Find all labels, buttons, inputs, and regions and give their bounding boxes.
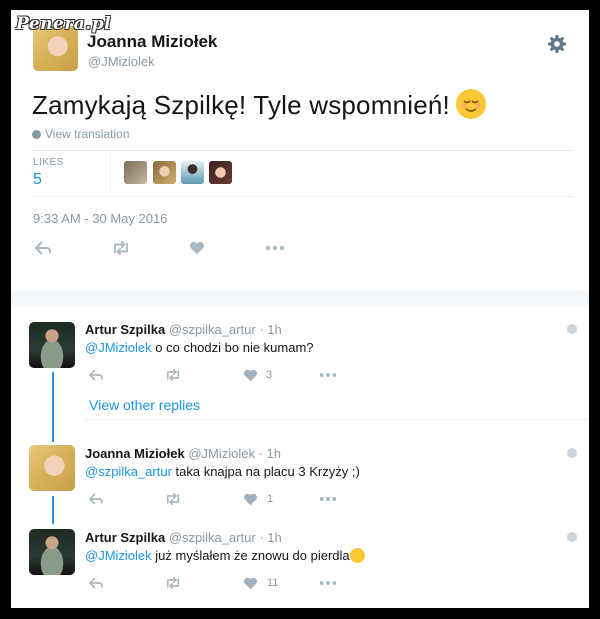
more-icon[interactable] <box>319 580 337 586</box>
reply-author-name[interactable]: Artur Szpilka @szpilka_artur · 1h <box>85 530 282 545</box>
reply-text: @szpilka_artur taka knajpa na placu 3 Kr… <box>85 464 360 479</box>
relieved-face-icon <box>455 89 486 119</box>
view-translation-label: View translation <box>45 127 130 141</box>
like-count: 1 <box>267 493 274 505</box>
retweet-icon[interactable] <box>164 493 182 505</box>
reply-text-content: już myślałem że znowu do pierdla <box>151 548 350 563</box>
reply-author-name[interactable]: Joanna Miziołek @JMiziolek · 1h <box>85 446 281 461</box>
reply-icon[interactable] <box>88 577 104 589</box>
reply-author-avatar[interactable] <box>29 445 75 491</box>
retweet-icon[interactable] <box>164 369 182 381</box>
main-author-handle[interactable]: @JMiziolek <box>88 54 155 69</box>
stats-separator <box>110 152 111 192</box>
likes-label: LIKES <box>33 157 64 168</box>
like-count: 11 <box>267 577 279 589</box>
divider <box>85 419 589 420</box>
reply-icon[interactable] <box>88 369 104 381</box>
view-other-replies-link[interactable]: View other replies <box>89 397 200 413</box>
main-author-name[interactable]: Joanna Miziołek <box>87 32 217 52</box>
section-separator <box>11 290 589 306</box>
reply-meta: @szpilka_artur · 1h <box>168 530 282 545</box>
reply-author-avatar[interactable] <box>29 529 75 575</box>
reply-options-icon[interactable] <box>567 448 577 458</box>
liker-avatar[interactable] <box>124 161 147 184</box>
reply-author-name-label: Artur Szpilka <box>85 530 166 545</box>
watermark: Penera.pl <box>16 14 112 34</box>
reply-icon[interactable] <box>34 241 52 255</box>
reply-text-content: o co chodzi bo nie kumam? <box>151 340 314 355</box>
reply-text: @JMiziolek o co chodzi bo nie kumam? <box>85 340 314 355</box>
liker-avatar[interactable] <box>181 161 204 184</box>
gear-icon[interactable] <box>547 34 567 54</box>
liker-avatar[interactable] <box>209 161 232 184</box>
tweet-timestamp[interactable]: 9:33 AM - 30 May 2016 <box>33 211 167 226</box>
divider <box>32 150 574 151</box>
view-translation-link[interactable]: View translation <box>32 127 130 141</box>
more-icon[interactable] <box>265 245 285 251</box>
like-icon[interactable] <box>243 369 258 382</box>
tears-of-joy-icon <box>349 548 365 563</box>
reply-options-icon[interactable] <box>567 324 577 334</box>
reply-mention[interactable]: @szpilka_artur <box>85 464 172 479</box>
like-icon[interactable] <box>189 241 205 255</box>
liker-avatar[interactable] <box>153 161 176 184</box>
tweet-text: Zamykają Szpilkę! Tyle wspomnień! <box>32 89 486 121</box>
more-icon[interactable] <box>319 372 337 378</box>
reply-text: @JMiziolek już myślałem że znowu do pier… <box>85 548 365 563</box>
globe-icon <box>32 130 41 139</box>
reply-author-name-label: Artur Szpilka <box>85 322 166 337</box>
like-count: 3 <box>266 369 273 381</box>
reply-mention[interactable]: @JMiziolek <box>85 340 152 355</box>
like-icon[interactable] <box>243 493 258 506</box>
thread-line <box>52 496 54 524</box>
reply-icon[interactable] <box>88 493 104 505</box>
like-icon[interactable] <box>243 577 258 590</box>
reply-author-name-label: Joanna Miziołek <box>85 446 185 461</box>
reply-author-avatar[interactable] <box>29 322 75 368</box>
reply-mention[interactable]: @JMiziolek <box>85 548 152 563</box>
reply-author-name[interactable]: Artur Szpilka @szpilka_artur · 1h <box>85 322 282 337</box>
retweet-icon[interactable] <box>111 241 131 255</box>
likes-count[interactable]: 5 <box>33 171 42 189</box>
divider <box>32 196 574 197</box>
reply-text-content: taka knajpa na placu 3 Krzyży ;) <box>171 464 360 479</box>
retweet-icon[interactable] <box>164 577 182 589</box>
reply-meta: @JMiziolek · 1h <box>188 446 281 461</box>
tweet-text-content: Zamykają Szpilkę! Tyle wspomnień! <box>32 90 450 120</box>
reply-meta: @szpilka_artur · 1h <box>168 322 282 337</box>
thread-line <box>52 372 54 442</box>
reply-options-icon[interactable] <box>567 532 577 542</box>
more-icon[interactable] <box>319 496 337 502</box>
tweet-page: Joanna Miziołek @JMiziolek Zamykają Szpi… <box>11 10 589 608</box>
